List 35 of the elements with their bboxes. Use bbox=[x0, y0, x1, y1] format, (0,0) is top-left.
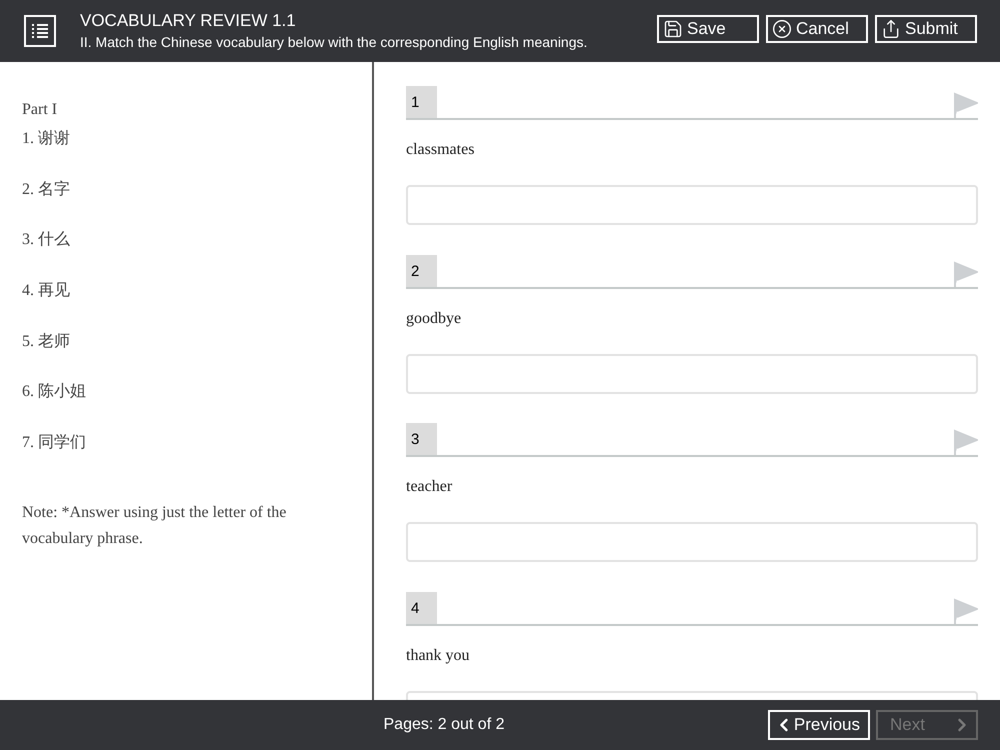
cancel-button[interactable]: Cancel bbox=[766, 15, 868, 43]
vocabulary-item: 6. 陈小姐 bbox=[22, 382, 87, 402]
question-prompt: teacher bbox=[406, 477, 454, 497]
question-number: 3 bbox=[406, 423, 437, 455]
instruction-text: II. Match the Chinese vocabulary below with the corresponding English meanings. bbox=[80, 33, 588, 52]
answer-field[interactable] bbox=[406, 522, 978, 562]
question-prompt: thank you bbox=[406, 646, 471, 666]
submit-button[interactable]: Submit bbox=[875, 15, 977, 43]
flag-icon[interactable] bbox=[954, 429, 978, 455]
vocabulary-item: 5. 老师 bbox=[22, 332, 71, 352]
list-icon bbox=[24, 15, 56, 47]
save-button[interactable]: Save bbox=[657, 15, 759, 43]
question-prompt: classmates bbox=[406, 140, 476, 160]
flag-icon[interactable] bbox=[954, 92, 978, 118]
question-number: 2 bbox=[406, 254, 437, 286]
question-number: 1 bbox=[406, 86, 437, 118]
page-indicator: Pages: 2 out of 2 bbox=[384, 715, 504, 735]
vocabulary-item: 7. 同学们 bbox=[22, 433, 87, 454]
flag-icon[interactable] bbox=[954, 598, 978, 624]
answer-field[interactable] bbox=[406, 185, 978, 225]
note-text: Note: *Answer using just the letter of the vocabulary phrase. bbox=[22, 502, 288, 549]
vocabulary-item: 4. 再见 bbox=[22, 281, 71, 302]
question-prompt: goodbye bbox=[406, 308, 462, 328]
vocabulary-item: 2. 名字 bbox=[22, 180, 71, 200]
close-icon bbox=[772, 19, 792, 39]
vocabulary-item: 3. 什么 bbox=[22, 230, 71, 250]
answer-field[interactable] bbox=[406, 354, 978, 394]
save-icon bbox=[663, 19, 683, 39]
previous-button[interactable]: Previous bbox=[768, 710, 870, 740]
vocabulary-item: 1. 谢谢 bbox=[22, 129, 71, 149]
question-number: 4 bbox=[406, 592, 437, 624]
window-title: VOCABULARY REVIEW 1.1 bbox=[80, 10, 297, 32]
part-heading: Part I bbox=[22, 100, 58, 120]
upload-icon bbox=[881, 19, 901, 39]
flag-icon[interactable] bbox=[954, 260, 978, 286]
